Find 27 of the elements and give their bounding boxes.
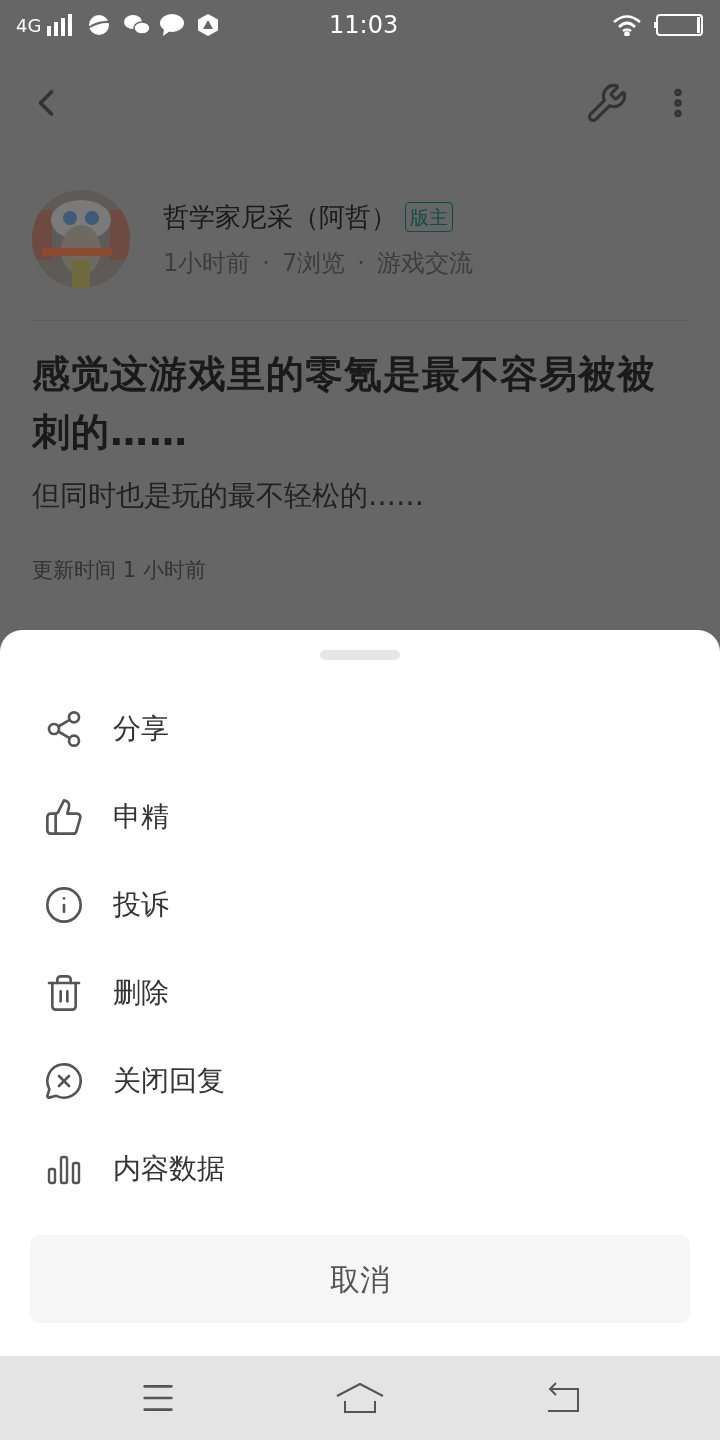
menu-item[interactable]: 申精 <box>0 773 720 861</box>
moderator-badge: 版主 <box>405 202 453 232</box>
menu-item[interactable]: 投诉 <box>0 861 720 949</box>
separator-dot: · <box>262 247 270 279</box>
post-body: 但同时也是玩的最不轻松的…… <box>32 478 425 514</box>
home-icon[interactable] <box>335 1381 385 1415</box>
menu-item[interactable]: 关闭回复 <box>0 1037 720 1125</box>
clock: 11:03 <box>329 10 399 41</box>
drag-handle[interactable] <box>320 650 400 660</box>
post-title: 感觉这游戏里的零氪是最不容易被被刺的…… <box>32 351 657 456</box>
thumbs-up-icon <box>44 797 84 837</box>
wifi-icon <box>612 14 642 36</box>
hexagon-icon <box>197 13 220 37</box>
network-label: 4G <box>16 13 42 38</box>
menu-item[interactable]: 删除 <box>0 949 720 1037</box>
battery-icon <box>654 14 704 36</box>
menu-item[interactable]: 内容数据 <box>0 1125 720 1213</box>
wrench-icon[interactable] <box>586 81 628 124</box>
chat-close-icon <box>44 1061 84 1101</box>
planet-icon <box>87 13 112 37</box>
menu-item[interactable]: 分享 <box>0 685 720 773</box>
message-icon <box>159 13 186 37</box>
separator-dot: · <box>357 247 365 279</box>
info-icon <box>44 885 84 925</box>
cancel-button[interactable]: 取消 <box>30 1235 690 1323</box>
author-name: 哲学家尼采（阿哲） <box>163 200 397 234</box>
chat-bubbles-icon <box>123 13 152 37</box>
